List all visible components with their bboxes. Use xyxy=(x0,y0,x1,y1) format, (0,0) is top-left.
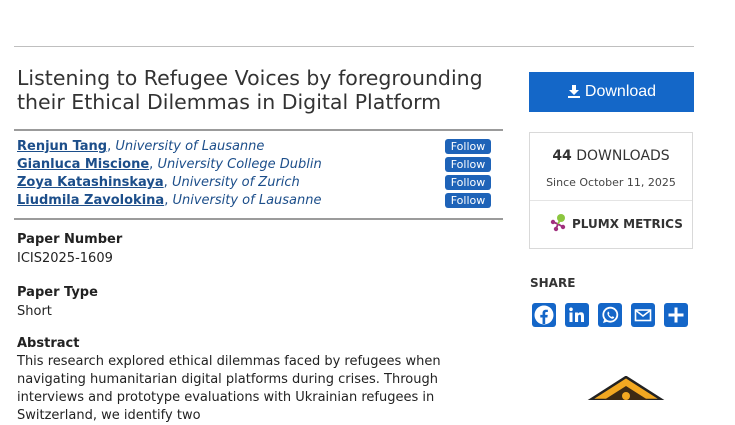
author-row: Gianluca Miscione, University College Du… xyxy=(17,156,497,174)
email-icon[interactable] xyxy=(631,303,655,327)
follow-button[interactable]: Follow xyxy=(445,175,491,190)
whatsapp-icon[interactable] xyxy=(598,303,622,327)
author-row: Zoya Katashinskaya, University of Zurich… xyxy=(17,174,497,192)
author-name-link[interactable]: Gianluca Miscione xyxy=(17,157,149,172)
paper-title: Listening to Refugee Voices by foregroun… xyxy=(17,66,483,114)
author-list: Renjun Tang, University of Lausanne Foll… xyxy=(17,138,497,210)
download-stats-box: 44 DOWNLOADS Since October 11, 2025 PLUM… xyxy=(529,132,693,249)
author-affiliation: University of Zurich xyxy=(171,175,300,190)
plumx-label: PLUMX METRICS xyxy=(572,217,683,231)
paper-number-value: ICIS2025-1609 xyxy=(17,251,113,266)
download-button[interactable]: Download xyxy=(529,72,694,112)
plumx-icon xyxy=(548,214,572,232)
facebook-icon[interactable] xyxy=(532,303,556,327)
paper-type-label: Paper Type xyxy=(17,285,98,300)
abstract-text: This research explored ethical dilemmas … xyxy=(17,354,441,423)
authors-divider xyxy=(14,218,503,220)
follow-button[interactable]: Follow xyxy=(445,157,491,172)
top-divider xyxy=(14,46,694,47)
linkedin-icon[interactable] xyxy=(565,303,589,327)
share-plus-icon[interactable] xyxy=(664,303,688,327)
abstract-label: Abstract xyxy=(17,336,80,351)
downloads-since: Since October 11, 2025 xyxy=(546,176,676,189)
author-name-link[interactable]: Renjun Tang xyxy=(17,139,107,154)
paper-type-value: Short xyxy=(17,304,52,319)
follow-button[interactable]: Follow xyxy=(445,193,491,208)
downloads-number: 44 xyxy=(552,148,572,164)
downloads-count: 44 DOWNLOADS xyxy=(530,148,692,164)
author-name-link[interactable]: Zoya Katashinskaya xyxy=(17,175,164,190)
author-affiliation: University College Dublin xyxy=(157,157,322,172)
author-row: Renjun Tang, University of Lausanne Foll… xyxy=(17,138,497,156)
stats-divider xyxy=(530,200,692,201)
title-divider xyxy=(14,129,503,131)
plumx-metrics-link[interactable]: PLUMX METRICS xyxy=(548,213,683,233)
author-affiliation: University of Lausanne xyxy=(115,139,265,154)
download-label: Download xyxy=(584,83,657,100)
follow-button[interactable]: Follow xyxy=(445,139,491,154)
downloads-label: DOWNLOADS xyxy=(576,148,670,164)
share-label: SHARE xyxy=(530,276,576,290)
author-affiliation: University of Lausanne xyxy=(172,193,322,208)
author-row: Liudmila Zavolokina, University of Lausa… xyxy=(17,192,497,210)
paper-number-label: Paper Number xyxy=(17,232,123,247)
download-icon xyxy=(567,83,585,100)
author-name-link[interactable]: Liudmila Zavolokina xyxy=(17,193,164,208)
author-separator: , xyxy=(163,175,172,190)
